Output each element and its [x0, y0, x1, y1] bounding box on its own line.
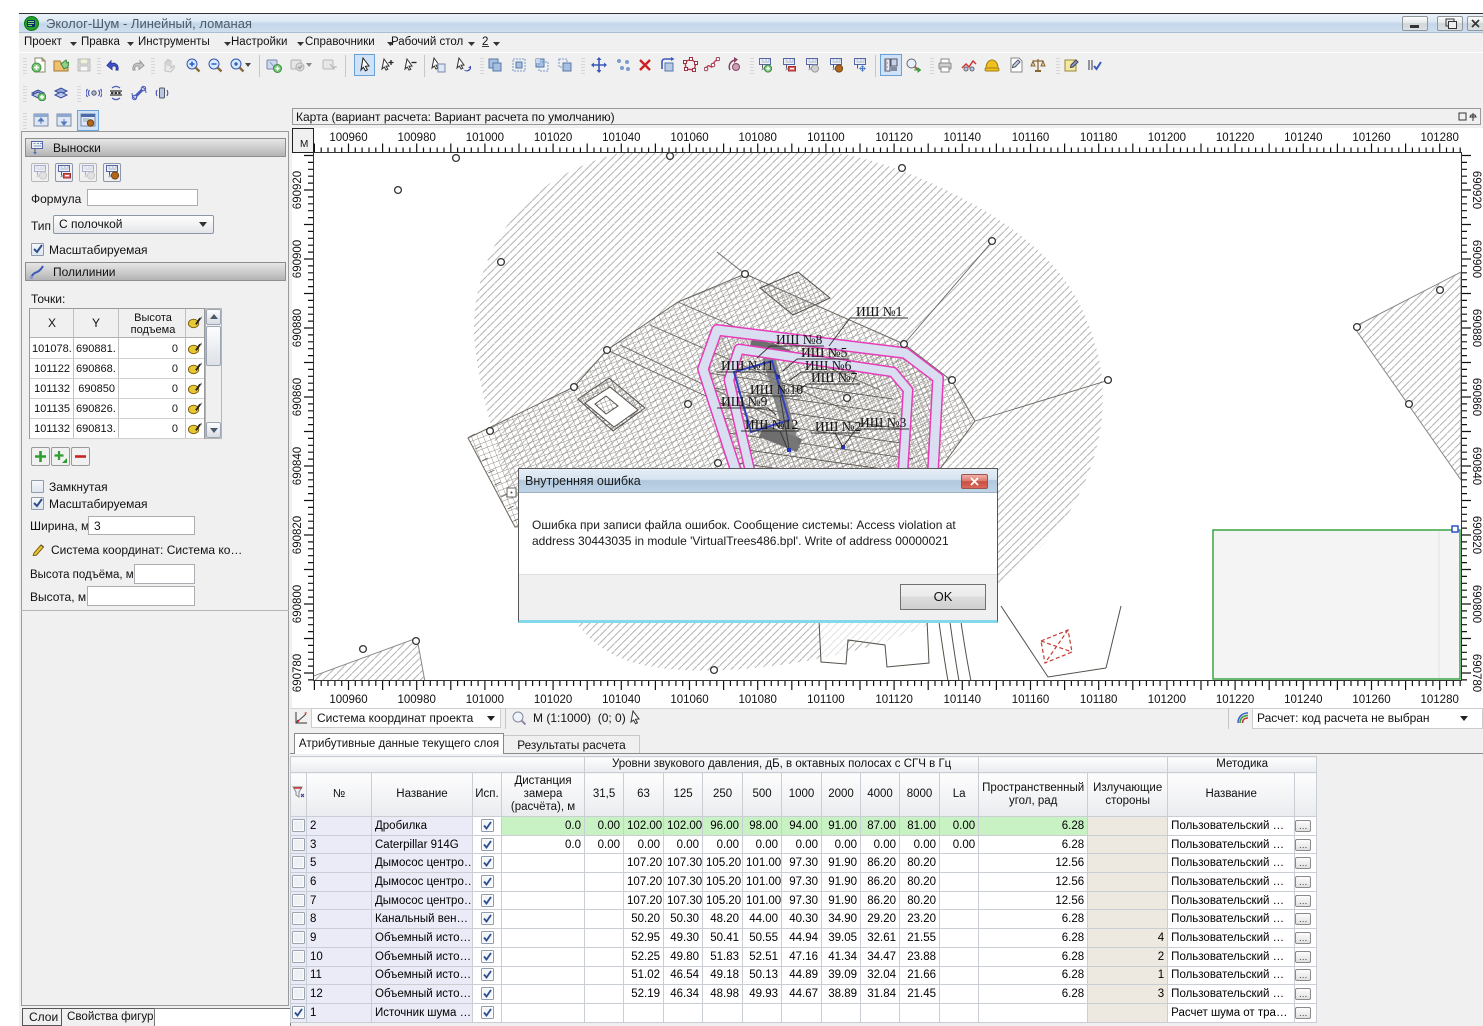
- svg-text:690820: 690820: [292, 516, 304, 554]
- svg-text:ИШ №1: ИШ №1: [856, 304, 902, 319]
- svg-text:101160: 101160: [1012, 132, 1050, 144]
- svg-text:690880: 690880: [1470, 309, 1482, 347]
- svg-text:101160: 101160: [1012, 694, 1050, 706]
- svg-text:ИШ №11: ИШ №11: [721, 358, 774, 373]
- svg-text:690900: 690900: [1470, 240, 1482, 278]
- svg-text:101100: 101100: [807, 694, 845, 706]
- svg-text:101080: 101080: [739, 694, 777, 706]
- svg-text:100980: 100980: [398, 132, 436, 144]
- svg-text:101080: 101080: [739, 132, 777, 144]
- svg-text:101000: 101000: [466, 132, 504, 144]
- svg-text:ИШ №9: ИШ №9: [721, 394, 768, 409]
- svg-text:690880: 690880: [292, 309, 304, 347]
- svg-text:ИШ №12: ИШ №12: [745, 417, 798, 432]
- svg-text:101020: 101020: [534, 132, 572, 144]
- svg-text:101200: 101200: [1148, 132, 1186, 144]
- svg-text:101260: 101260: [1352, 694, 1390, 706]
- svg-text:690840: 690840: [1470, 447, 1482, 485]
- svg-text:101260: 101260: [1352, 132, 1390, 144]
- svg-text:101040: 101040: [602, 694, 640, 706]
- svg-text:101040: 101040: [602, 132, 640, 144]
- svg-text:101240: 101240: [1284, 132, 1322, 144]
- svg-text:690840: 690840: [292, 447, 304, 485]
- svg-text:690820: 690820: [1470, 516, 1482, 554]
- svg-text:100980: 100980: [398, 694, 436, 706]
- svg-text:101060: 101060: [670, 132, 708, 144]
- svg-text:101120: 101120: [875, 694, 913, 706]
- svg-text:М: М: [300, 139, 308, 150]
- svg-text:101200: 101200: [1148, 694, 1186, 706]
- svg-text:690780: 690780: [292, 654, 304, 692]
- svg-text:101140: 101140: [944, 132, 982, 144]
- svg-text:101180: 101180: [1080, 694, 1118, 706]
- svg-text:ИШ №7: ИШ №7: [811, 370, 858, 385]
- svg-text:690860: 690860: [1470, 378, 1482, 416]
- svg-text:690920: 690920: [292, 171, 304, 209]
- svg-text:101220: 101220: [1216, 132, 1254, 144]
- svg-text:100960: 100960: [329, 132, 367, 144]
- svg-text:690800: 690800: [292, 585, 304, 623]
- svg-text:101000: 101000: [466, 694, 504, 706]
- svg-text:101280: 101280: [1421, 694, 1459, 706]
- svg-text:101180: 101180: [1080, 132, 1118, 144]
- svg-text:100960: 100960: [329, 694, 367, 706]
- svg-text:101100: 101100: [807, 132, 845, 144]
- svg-text:690920: 690920: [1470, 171, 1482, 209]
- svg-text:690900: 690900: [292, 240, 304, 278]
- svg-text:101240: 101240: [1284, 694, 1322, 706]
- svg-text:101120: 101120: [875, 132, 913, 144]
- svg-text:690780: 690780: [1470, 654, 1482, 692]
- svg-text:ИШ №3: ИШ №3: [860, 415, 907, 430]
- svg-text:101220: 101220: [1216, 694, 1254, 706]
- svg-text:690860: 690860: [292, 378, 304, 416]
- svg-text:690800: 690800: [1470, 585, 1482, 623]
- svg-text:101020: 101020: [534, 694, 572, 706]
- svg-text:101060: 101060: [670, 694, 708, 706]
- svg-text:101280: 101280: [1421, 132, 1459, 144]
- svg-text:101140: 101140: [944, 694, 982, 706]
